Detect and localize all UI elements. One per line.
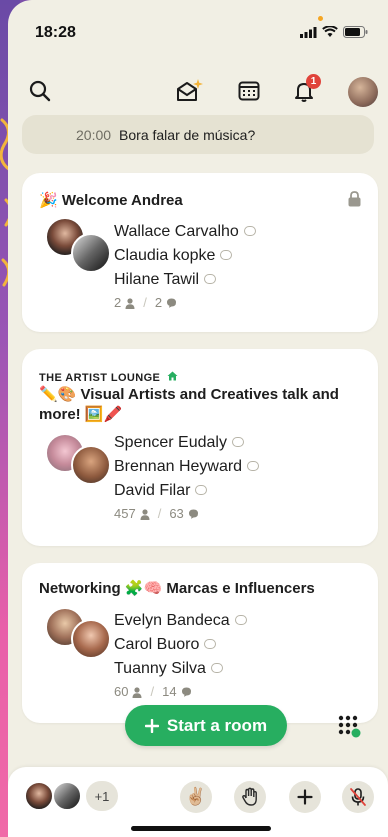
speaker-name: Hilane Tawil (114, 268, 256, 292)
mute-toggle-button[interactable] (342, 781, 374, 813)
chat-bubble-icon (204, 639, 217, 649)
upcoming-event-title: Bora falar de música? (119, 126, 256, 143)
chat-bubble-icon (234, 615, 247, 625)
online-users-grid-icon[interactable] (338, 715, 362, 739)
chat-bubble-icon (243, 226, 256, 236)
room-counts: 457 / 63 (114, 503, 259, 525)
top-bar: 1 (8, 72, 388, 112)
chat-bubble-icon (204, 274, 217, 284)
start-room-label: Start a room (166, 715, 268, 735)
search-button[interactable] (25, 76, 55, 106)
calendar-icon (238, 81, 260, 101)
room-card[interactable]: THE ARTIST LOUNGE ✏️🎨 Visual Artists and… (22, 349, 378, 546)
speaker-name: Wallace Carvalho (114, 220, 256, 244)
chat-bubble-icon (231, 437, 244, 447)
raise-hand-icon (242, 787, 257, 806)
speaker-name: Tuanny Silva (114, 657, 247, 681)
status-bar: 18:28 (8, 0, 388, 58)
person-icon (140, 508, 150, 520)
room-participant-avatar (52, 781, 82, 811)
upcoming-event-banner[interactable]: 20:00 Bora falar de música? (22, 115, 374, 154)
notification-badge: 1 (306, 74, 321, 89)
envelope-sparkle-icon (177, 79, 203, 101)
club-label: THE ARTIST LOUNGE (39, 371, 178, 384)
room-title: ✏️🎨 Visual Artists and Creatives talk an… (39, 386, 339, 423)
wave-button[interactable]: ✌🏼 (180, 781, 212, 813)
speaker-name: Claudia kopke (114, 244, 256, 268)
plus-icon (144, 718, 159, 733)
room-card[interactable]: 🎉 Welcome Andrea Wallace Carvalho Claudi… (22, 173, 378, 332)
person-icon (132, 686, 142, 698)
chat-bubble-icon (195, 485, 208, 495)
room-card[interactable]: Networking 🧩🧠 Marcas e Influencers Evely… (22, 563, 378, 723)
chat-count: 63 (169, 506, 184, 521)
lock-icon (348, 191, 361, 207)
active-room-bar[interactable]: +1 ✌🏼 (8, 767, 388, 837)
person-icon (125, 297, 135, 309)
room-counts: 2 / 2 (114, 292, 256, 314)
wifi-icon (322, 26, 338, 37)
profile-avatar[interactable] (348, 77, 378, 107)
notifications-button[interactable]: 1 (289, 74, 321, 106)
extra-participants-count: +1 (86, 781, 118, 811)
microphone-muted-icon (350, 788, 366, 806)
room-title: Networking 🧩🧠 Marcas e Influencers (39, 580, 315, 597)
add-people-button[interactable] (289, 781, 321, 813)
speaker-avatar (71, 233, 111, 273)
speaker-name: Spencer Eudaly (114, 431, 259, 455)
chat-icon (188, 509, 198, 519)
search-icon (29, 80, 51, 102)
app-screen: 18:28 1 20:00 Bora falar de música? 🎉 We… (8, 0, 388, 837)
chat-icon (167, 298, 177, 308)
plus-icon (297, 789, 313, 805)
privacy-indicator (318, 16, 323, 21)
listener-count: 457 (114, 506, 136, 521)
speaker-name: Evelyn Bandeca (114, 609, 247, 633)
upcoming-event-time: 20:00 (76, 126, 112, 143)
speaker-name: Brennan Heyward (114, 455, 260, 479)
room-title: 🎉 Welcome Andrea (39, 192, 183, 209)
battery-icon (343, 26, 368, 38)
chat-icon (181, 687, 191, 697)
room-counts: 60 / 14 (114, 681, 247, 703)
calendar-button[interactable] (234, 76, 264, 106)
status-time: 18:28 (35, 24, 76, 41)
invite-button[interactable] (174, 76, 204, 106)
listener-count: 2 (114, 295, 122, 310)
speaker-avatar (71, 445, 111, 485)
start-room-button[interactable]: Start a room (125, 705, 287, 746)
speaker-name: David Filar (114, 479, 259, 503)
signal-icon (300, 26, 317, 38)
speaker-name: Carol Buoro (114, 633, 247, 657)
chat-count: 14 (162, 684, 177, 699)
chat-count: 2 (154, 295, 163, 310)
chat-bubble-icon (210, 663, 223, 673)
room-participant-avatar (24, 781, 54, 811)
raise-hand-button[interactable] (234, 781, 266, 813)
peace-hand-icon: ✌🏼 (185, 787, 207, 806)
chat-bubble-icon (247, 461, 260, 471)
listener-count: 60 (114, 684, 129, 699)
home-indicator (131, 826, 271, 831)
chat-bubble-icon (220, 250, 233, 260)
house-icon (167, 371, 178, 381)
speaker-avatar (71, 619, 111, 659)
